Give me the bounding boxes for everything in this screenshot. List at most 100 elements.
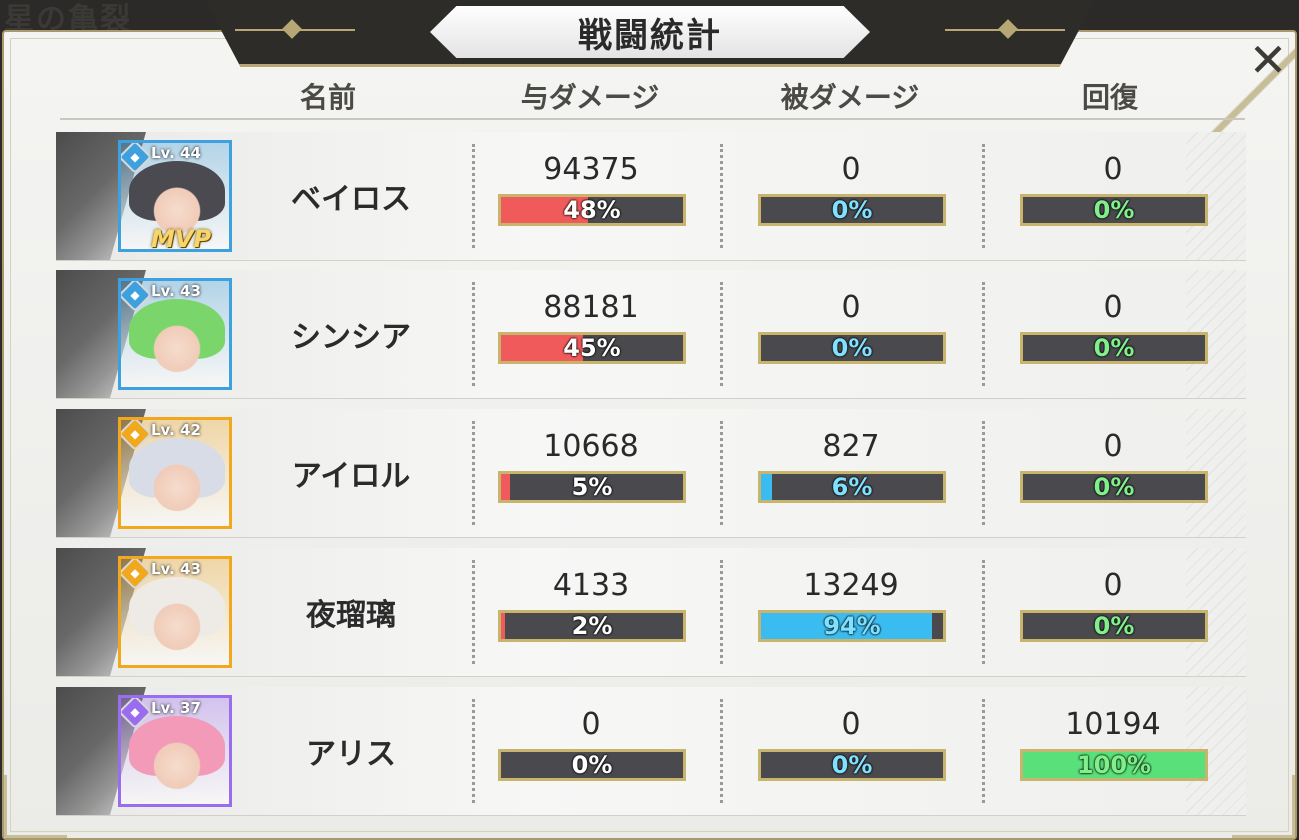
character-face bbox=[139, 724, 215, 800]
stat-bar-dealt: 0% bbox=[498, 749, 686, 781]
stat-percent-dealt: 45% bbox=[563, 334, 621, 362]
column-separator bbox=[982, 282, 985, 386]
stat-cell-taken: 0 0% bbox=[746, 270, 956, 398]
column-header-damage-taken: 被ダメージ bbox=[780, 81, 920, 114]
title-ornament bbox=[235, 19, 355, 39]
title-plate: 戦闘統計 bbox=[430, 6, 870, 58]
character-portrait[interactable]: ◆ Lv. 37 bbox=[118, 695, 232, 807]
stat-bar-heal: 100% bbox=[1020, 749, 1208, 781]
column-separator bbox=[720, 560, 723, 664]
table-row[interactable]: ◆ Lv. 43 夜瑠璃 4133 2% 13249 94% 0 0% bbox=[56, 548, 1246, 676]
column-separator bbox=[982, 144, 985, 248]
stat-percent-heal: 100% bbox=[1076, 751, 1152, 779]
title-ornament bbox=[945, 19, 1065, 39]
stat-percent-heal: 0% bbox=[1093, 334, 1135, 362]
stat-cell-taken: 13249 94% bbox=[746, 548, 956, 676]
stat-bar-taken: 0% bbox=[758, 194, 946, 226]
stat-percent-taken: 94% bbox=[823, 612, 881, 640]
stat-value-heal: 0 bbox=[1103, 429, 1123, 464]
character-portrait[interactable]: ◆ Lv. 43 bbox=[118, 278, 232, 390]
stat-percent-heal: 0% bbox=[1093, 473, 1135, 501]
stat-value-taken: 0 bbox=[841, 152, 861, 187]
stat-value-heal: 10194 bbox=[1065, 707, 1161, 742]
stat-cell-taken: 0 0% bbox=[746, 687, 956, 815]
stat-value-heal: 0 bbox=[1103, 290, 1123, 325]
stat-cell-heal: 10194 100% bbox=[1008, 687, 1218, 815]
stat-cell-taken: 0 0% bbox=[746, 132, 956, 260]
column-separator bbox=[720, 421, 723, 525]
column-separator bbox=[720, 699, 723, 803]
mvp-badge: MVP bbox=[151, 225, 212, 252]
character-name: アイロル bbox=[291, 459, 411, 494]
column-separator bbox=[720, 282, 723, 386]
stat-value-heal: 0 bbox=[1103, 568, 1123, 603]
stat-value-taken: 0 bbox=[841, 707, 861, 742]
stat-bar-heal: 0% bbox=[1020, 332, 1208, 364]
column-header-name: 名前 bbox=[299, 81, 356, 114]
stat-cell-heal: 0 0% bbox=[1008, 132, 1218, 260]
stat-value-taken: 0 bbox=[841, 290, 861, 325]
stat-percent-dealt: 48% bbox=[563, 196, 621, 224]
character-portrait[interactable]: ◆ Lv. 43 bbox=[118, 556, 232, 668]
stat-percent-taken: 0% bbox=[831, 334, 873, 362]
stat-bar-dealt: 5% bbox=[498, 471, 686, 503]
column-separator bbox=[472, 282, 475, 386]
header-divider bbox=[60, 118, 1245, 120]
column-separator bbox=[472, 560, 475, 664]
stat-cell-dealt: 94375 48% bbox=[486, 132, 696, 260]
table-row[interactable]: ◆ Lv. 37 アリス 0 0% 0 0% 10194 100% bbox=[56, 687, 1246, 815]
table-row[interactable]: ◆ Lv. 43 シンシア 88181 45% 0 0% 0 0% bbox=[56, 270, 1246, 398]
stat-cell-dealt: 10668 5% bbox=[486, 409, 696, 537]
table-row[interactable]: ◆ Lv. 42 アイロル 10668 5% 827 6% 0 0% bbox=[56, 409, 1246, 537]
stat-cell-dealt: 0 0% bbox=[486, 687, 696, 815]
character-face bbox=[139, 585, 215, 661]
character-portrait[interactable]: ◆ Lv. 42 bbox=[118, 417, 232, 529]
character-name: アリス bbox=[306, 737, 396, 772]
stat-percent-dealt: 0% bbox=[571, 751, 613, 779]
stat-value-dealt: 88181 bbox=[543, 290, 639, 325]
level-label: Lv. 43 bbox=[151, 282, 201, 300]
stat-bar-dealt: 48% bbox=[498, 194, 686, 226]
close-button[interactable]: ✕ bbox=[1240, 33, 1296, 87]
stat-percent-taken: 6% bbox=[831, 473, 873, 501]
character-name: 夜瑠璃 bbox=[306, 598, 396, 633]
stat-cell-heal: 0 0% bbox=[1008, 270, 1218, 398]
character-portrait[interactable]: ◆ Lv. 44 MVP bbox=[118, 140, 232, 252]
stat-bar-heal: 0% bbox=[1020, 194, 1208, 226]
stat-cell-heal: 0 0% bbox=[1008, 548, 1218, 676]
stat-bar-heal: 0% bbox=[1020, 471, 1208, 503]
close-icon[interactable]: ✕ bbox=[1249, 33, 1288, 87]
stat-value-dealt: 10668 bbox=[543, 429, 639, 464]
stat-percent-heal: 0% bbox=[1093, 196, 1135, 224]
column-separator bbox=[472, 421, 475, 525]
stat-bar-taken: 94% bbox=[758, 610, 946, 642]
stat-cell-taken: 827 6% bbox=[746, 409, 956, 537]
stat-cell-heal: 0 0% bbox=[1008, 409, 1218, 537]
stat-value-taken: 827 bbox=[822, 429, 880, 464]
level-label: Lv. 37 bbox=[151, 699, 201, 717]
character-name: ベイロス bbox=[291, 182, 411, 217]
stat-percent-taken: 0% bbox=[831, 751, 873, 779]
stat-bar-dealt: 45% bbox=[498, 332, 686, 364]
stat-bar-heal: 0% bbox=[1020, 610, 1208, 642]
stat-value-dealt: 94375 bbox=[543, 152, 639, 187]
column-separator bbox=[982, 421, 985, 525]
stat-value-dealt: 0 bbox=[581, 707, 601, 742]
stat-percent-dealt: 2% bbox=[571, 612, 613, 640]
stat-bar-dealt: 2% bbox=[498, 610, 686, 642]
table-row[interactable]: ◆ Lv. 44 MVP ベイロス 94375 48% 0 0% 0 0% bbox=[56, 132, 1246, 260]
column-header-damage-dealt: 与ダメージ bbox=[520, 81, 660, 114]
level-label: Lv. 43 bbox=[151, 560, 201, 578]
stat-percent-taken: 0% bbox=[831, 196, 873, 224]
stat-bar-taken: 6% bbox=[758, 471, 946, 503]
character-name: シンシア bbox=[291, 320, 411, 355]
stat-bar-taken: 0% bbox=[758, 749, 946, 781]
stat-value-dealt: 4133 bbox=[552, 568, 630, 603]
column-separator bbox=[472, 699, 475, 803]
stat-cell-dealt: 4133 2% bbox=[486, 548, 696, 676]
stat-cell-dealt: 88181 45% bbox=[486, 270, 696, 398]
stat-percent-dealt: 5% bbox=[571, 473, 613, 501]
level-label: Lv. 44 bbox=[151, 144, 201, 162]
stat-bar-taken: 0% bbox=[758, 332, 946, 364]
column-separator bbox=[720, 144, 723, 248]
